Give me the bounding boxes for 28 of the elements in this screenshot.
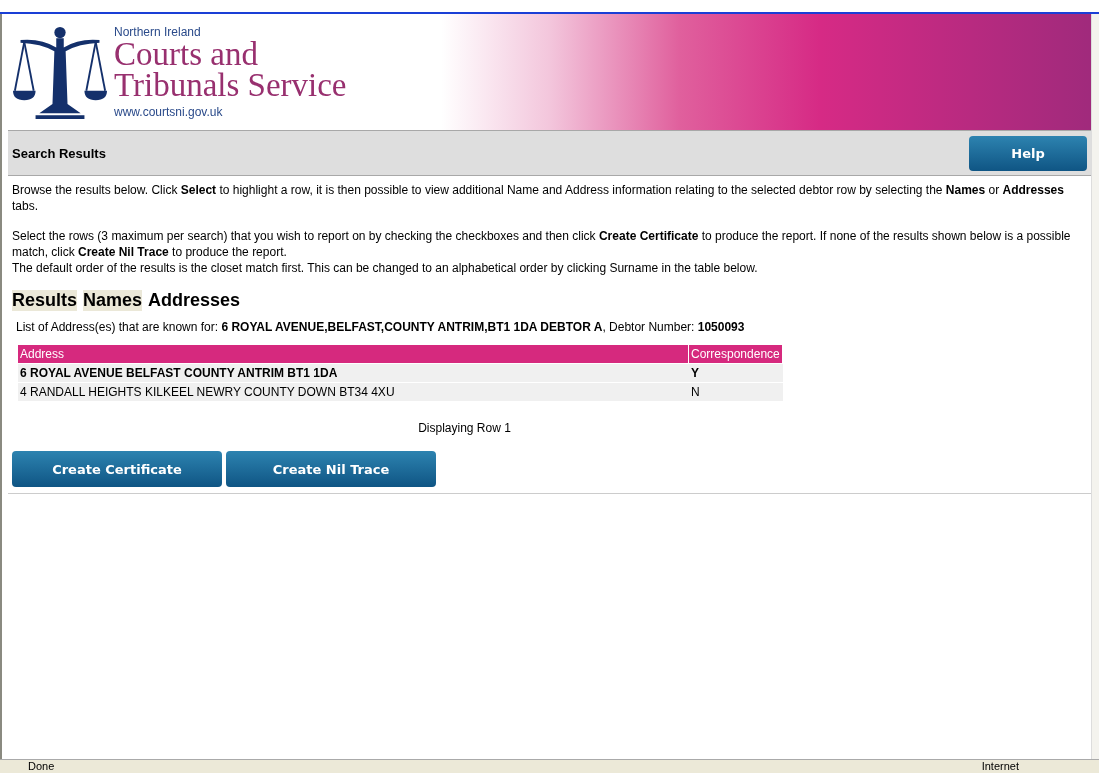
table-cell: Y	[689, 363, 783, 382]
column-header: Correspondence	[689, 345, 783, 363]
known-for-text: List of Address(es) that are known for: 6 ROYAL AVENUE,BELFAST,COUNTY ANTRIM,BT1 1DA DEBTOR A, Debtor Number: 1050093	[16, 319, 746, 335]
zone-text: Internet	[981, 760, 1019, 773]
instruction-text: Browse the results below. Click Select to highlight a row, it is then possible to view additional Name and Address information relating to the selected debtor row by selecting the Names or Addresses tabs.	[12, 182, 1065, 214]
status-text: Done	[28, 760, 55, 773]
scales-of-justice-icon	[12, 25, 108, 119]
instruction-text: Select the rows (3 maximum per search) that you wish to report on by checking the checkboxes and then click Create Certificate to produce the report. If none of the results shown below is a possible match, click Create Nil Trace to produce the report.	[12, 228, 1072, 260]
region-label: Northern Ireland	[114, 25, 202, 39]
table-row[interactable]: 4 RANDALL HEIGHTS KILKEEL NEWRY COUNTY DOWN BT34 4XU N	[18, 382, 783, 401]
service-title: Tribunals Service	[114, 70, 347, 101]
table-cell: 6 ROYAL AVENUE BELFAST COUNTY ANTRIM BT1 1DA	[18, 363, 689, 382]
page-title: Search Results	[12, 145, 106, 161]
website-url: www.courtsni.gov.uk	[114, 105, 224, 119]
table-cell: N	[689, 382, 783, 401]
column-header: Address	[18, 345, 689, 363]
action-button[interactable]: Create Nil Trace	[226, 451, 436, 487]
instruction-text: The default order of the results is the closet match first. This can be changed to an alphabetical order by clicking Surname in the table below.	[12, 260, 759, 276]
scrollbar[interactable]	[1091, 14, 1099, 759]
service-title: Courts and	[114, 39, 259, 70]
help-button[interactable]: Help	[969, 135, 1087, 171]
tab[interactable]: Names	[83, 290, 143, 311]
table-row[interactable]: 6 ROYAL AVENUE BELFAST COUNTY ANTRIM BT1 1DA Y	[18, 363, 783, 382]
paging-text: Displaying Row 1	[418, 421, 511, 435]
table-cell: 4 RANDALL HEIGHTS KILKEEL NEWRY COUNTY DOWN BT34 4XU	[18, 382, 689, 401]
action-button[interactable]: Create Certificate	[12, 451, 222, 487]
tab[interactable]: Results	[12, 290, 78, 311]
tab[interactable]: Addresses	[148, 290, 241, 311]
